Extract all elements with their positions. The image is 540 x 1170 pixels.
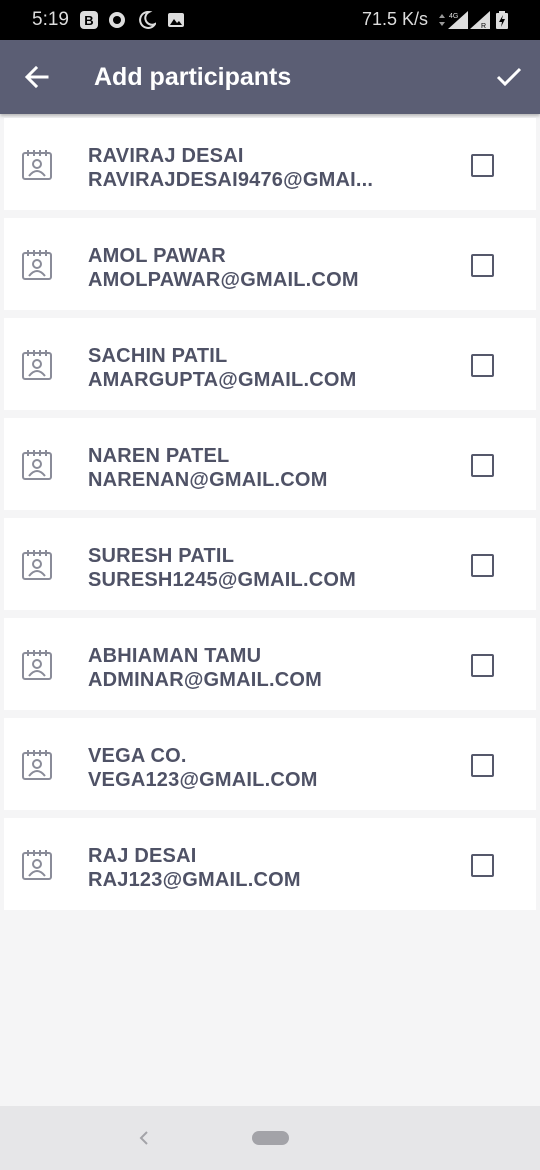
circle-icon xyxy=(109,12,125,28)
participant-name: NAREN PATEL xyxy=(88,445,230,467)
participant-name: ABHIAMAN TAMU xyxy=(88,645,262,667)
svg-text:B: B xyxy=(84,13,93,28)
participant-row[interactable]: SURESH PATIL SURESH1245@GMAIL.COM xyxy=(4,518,536,610)
participant-list: RAVIRAJ DESAI RAVIRAJDESAI9476@GMAI... AMO… xyxy=(4,118,536,918)
b-icon: B xyxy=(80,11,98,29)
participant-checkbox[interactable] xyxy=(471,354,494,377)
svg-text:R: R xyxy=(481,23,486,29)
image-icon xyxy=(168,13,184,27)
participant-email: RAJ123@GMAIL.COM xyxy=(88,869,301,891)
signal-r-icon: R xyxy=(470,11,490,29)
navigation-bar xyxy=(0,1106,540,1170)
participant-checkbox[interactable] xyxy=(471,554,494,577)
contact-card-icon xyxy=(22,750,52,780)
participant-checkbox[interactable] xyxy=(471,254,494,277)
participant-row[interactable]: SACHIN PATIL AMARGUPTA@GMAIL.COM xyxy=(4,318,536,410)
participant-email: VEGA123@GMAIL.COM xyxy=(88,769,318,791)
battery-charging-icon xyxy=(496,11,508,29)
contact-card-icon xyxy=(22,150,52,180)
participant-row[interactable]: VEGA CO. VEGA123@GMAIL.COM xyxy=(4,718,536,810)
home-pill-icon[interactable] xyxy=(252,1131,289,1145)
data-arrows-icon xyxy=(439,14,445,26)
contact-card-icon xyxy=(22,350,52,380)
app-bar: Add participants xyxy=(0,40,540,114)
contact-card-icon xyxy=(22,250,52,280)
signal-4g-icon: 4G xyxy=(448,11,468,29)
participant-email: AMARGUPTA@GMAIL.COM xyxy=(88,369,357,391)
participant-name: SACHIN PATIL xyxy=(88,345,228,367)
participant-checkbox[interactable] xyxy=(471,154,494,177)
participant-checkbox[interactable] xyxy=(471,654,494,677)
participant-email: NARENAN@GMAIL.COM xyxy=(88,469,328,491)
participant-row[interactable]: NAREN PATEL NARENAN@GMAIL.COM xyxy=(4,418,536,510)
participant-name: RAVIRAJ DESAI xyxy=(88,145,244,167)
participant-row[interactable]: RAVIRAJ DESAI RAVIRAJDESAI9476@GMAI... xyxy=(4,118,536,210)
participant-row[interactable]: ABHIAMAN TAMU ADMINAR@GMAIL.COM xyxy=(4,618,536,710)
status-time: 5:19 xyxy=(32,9,69,30)
contact-card-icon xyxy=(22,450,52,480)
participant-name: AMOL PAWAR xyxy=(88,245,226,267)
network-speed: 71.5 K/s xyxy=(362,9,429,29)
participant-email: ADMINAR@GMAIL.COM xyxy=(88,669,322,691)
page-title: Add participants xyxy=(94,63,292,91)
participant-email: RAVIRAJDESAI9476@GMAI... xyxy=(88,169,374,191)
svg-text:4G: 4G xyxy=(449,13,458,20)
participant-email: SURESH1245@GMAIL.COM xyxy=(88,569,356,591)
contact-card-icon xyxy=(22,850,52,880)
participant-email: AMOLPAWAR@GMAIL.COM xyxy=(88,269,359,291)
moon-icon xyxy=(139,11,156,29)
participant-checkbox[interactable] xyxy=(471,854,494,877)
participant-checkbox[interactable] xyxy=(471,454,494,477)
contact-card-icon xyxy=(22,650,52,680)
status-bar: 5:19 B 71.5 K/s 4G R xyxy=(0,0,540,40)
participant-row[interactable]: AMOL PAWAR AMOLPAWAR@GMAIL.COM xyxy=(4,218,536,310)
participant-checkbox[interactable] xyxy=(471,754,494,777)
arrow-left-icon[interactable] xyxy=(20,60,54,94)
participant-name: VEGA CO. xyxy=(88,745,187,767)
chevron-left-icon[interactable] xyxy=(134,1124,154,1152)
participant-row[interactable]: RAJ DESAI RAJ123@GMAIL.COM xyxy=(4,818,536,910)
participant-name: SURESH PATIL xyxy=(88,545,235,567)
contact-card-icon xyxy=(22,550,52,580)
check-icon[interactable] xyxy=(492,60,526,94)
participant-name: RAJ DESAI xyxy=(88,845,197,867)
